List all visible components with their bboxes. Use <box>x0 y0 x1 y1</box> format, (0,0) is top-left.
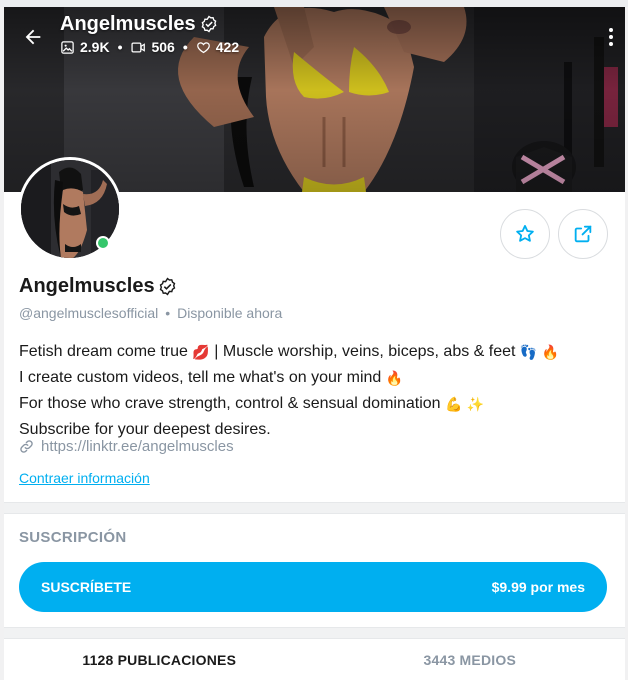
link-icon <box>20 440 33 453</box>
stat-videos-count: 506 <box>151 39 175 55</box>
flexed-biceps-emoji: 💪 <box>445 396 463 412</box>
profile-name: Angelmuscles <box>19 275 177 298</box>
more-options-button[interactable] <box>601 23 621 51</box>
profile-link[interactable]: https://linktr.ee/angelmuscles <box>19 438 234 455</box>
bio-line: Fetish dream come true 💋 | Muscle worshi… <box>19 339 609 365</box>
favorite-button[interactable] <box>500 209 550 259</box>
availability-status: Disponible ahora <box>177 305 283 321</box>
verified-badge-icon <box>201 15 217 33</box>
bio-line: I create custom videos, tell me what's o… <box>19 365 609 391</box>
collapse-info-link[interactable]: Contraer información <box>19 470 150 486</box>
fire-emoji: 🔥 <box>541 344 560 360</box>
browser-top-strip <box>0 0 628 7</box>
cover-stats: 2.9K • 506 • 422 <box>60 39 239 55</box>
profile-bio: Fetish dream come true 💋 | Muscle worshi… <box>19 339 609 442</box>
tab-media[interactable]: 3443 MEDIOS <box>315 640 626 680</box>
profile-handle-row: @angelmusclesofficial • Disponible ahora <box>19 305 282 321</box>
profile-name-text: Angelmuscles <box>19 275 155 297</box>
bio-line: For those who crave strength, control & … <box>19 391 609 417</box>
video-icon <box>131 42 146 52</box>
profile-page: Angelmuscles 2.9K • 506 • 422 Angelmuscl… <box>4 7 625 680</box>
tab-posts[interactable]: 1128 PUBLICACIONES <box>4 640 315 680</box>
subscribe-label: SUSCRÍBETE <box>41 579 132 595</box>
section-divider <box>4 627 625 639</box>
stat-separator: • <box>182 39 188 55</box>
stat-likes-count: 422 <box>215 39 240 55</box>
verified-badge-icon <box>159 277 175 296</box>
section-divider <box>4 502 625 514</box>
sparkles-emoji: ✨ <box>466 396 485 412</box>
cover-info: Angelmuscles 2.9K • 506 • 422 <box>60 11 239 55</box>
stat-photos: 2.9K <box>60 39 110 55</box>
cover-name-text: Angelmuscles <box>60 13 196 35</box>
star-icon <box>516 225 534 242</box>
subscription-title: SUSCRIPCIÓN <box>19 529 127 546</box>
subscribe-button[interactable]: SUSCRÍBETE $9.99 por mes <box>19 562 607 612</box>
share-icon <box>574 225 592 243</box>
share-button[interactable] <box>558 209 608 259</box>
fire-emoji: 🔥 <box>385 370 404 386</box>
online-status-indicator <box>96 236 110 250</box>
profile-handle: @angelmusclesofficial <box>19 305 159 321</box>
more-vertical-icon <box>609 28 613 32</box>
content-tabs: 1128 PUBLICACIONES 3443 MEDIOS <box>4 640 625 680</box>
footprints-emoji: 👣 <box>519 344 538 360</box>
cover-header: Angelmuscles 2.9K • 506 • 422 <box>16 11 613 61</box>
kiss-emoji: 💋 <box>192 344 210 360</box>
arrow-left-icon <box>25 29 41 45</box>
subscribe-price: $9.99 por mes <box>491 579 585 595</box>
stat-videos: 506 <box>130 39 175 55</box>
profile-link-text: https://linktr.ee/angelmuscles <box>41 438 234 455</box>
stat-photos-count: 2.9K <box>80 39 110 55</box>
cover-title: Angelmuscles <box>60 11 239 37</box>
stat-separator: • <box>117 39 123 55</box>
back-button[interactable] <box>16 20 50 54</box>
image-icon <box>61 40 74 54</box>
handle-separator: • <box>165 305 171 321</box>
stat-likes: 422 <box>196 39 239 55</box>
heart-icon <box>196 41 210 53</box>
